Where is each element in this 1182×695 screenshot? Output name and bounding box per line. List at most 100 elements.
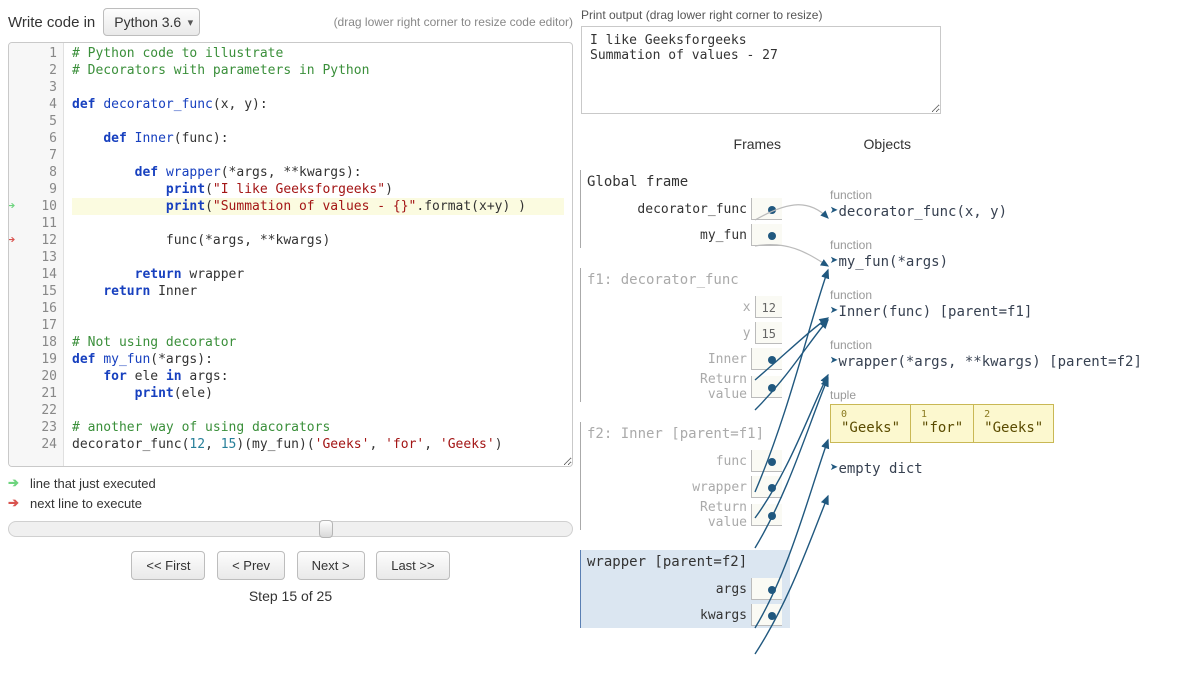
obj-wrapper: function ➤wrapper(*args, **kwargs) [pare… <box>830 338 1180 370</box>
legend-next: next line to execute <box>30 496 142 511</box>
code-line[interactable]: # Decorators with parameters in Python <box>72 62 564 79</box>
last-button[interactable]: Last >> <box>376 551 449 580</box>
code-editor[interactable]: 12345678910➔1112➔13141516171819202122232… <box>8 42 573 467</box>
var-x-val: 12 <box>755 296 782 318</box>
pointer-icon <box>768 512 776 520</box>
frame-f2: f2: Inner [parent=f1] func wrapper Retur… <box>580 422 790 530</box>
var-box <box>751 198 782 220</box>
arrow-next-icon: ➔ <box>8 232 15 249</box>
line-number: 16 <box>9 300 57 317</box>
output-box[interactable]: I like Geeksforgeeks Summation of values… <box>581 26 941 114</box>
pointer-icon <box>768 458 776 466</box>
pointer-icon <box>768 206 776 214</box>
prev-button[interactable]: < Prev <box>217 551 285 580</box>
code-line[interactable]: # another way of using dacorators <box>72 419 564 436</box>
code-line[interactable] <box>72 249 564 266</box>
code-line[interactable] <box>72 215 564 232</box>
code-line[interactable]: def Inner(func): <box>72 130 564 147</box>
obj-type-label: function <box>830 188 1180 202</box>
line-number: 17 <box>9 317 57 334</box>
arrowhead-icon: ➤ <box>830 353 838 369</box>
obj-empty-dict: ➤empty dict <box>830 461 1180 477</box>
code-line[interactable]: print("Summation of values - {}".format(… <box>72 198 564 215</box>
var-box <box>751 504 782 526</box>
obj-tuple: tuple 0"Geeks"1"for"2"Geeks" <box>830 388 1180 443</box>
var-my-fun: my_fun <box>700 228 747 243</box>
line-number: 20 <box>9 368 57 385</box>
line-number: 10➔ <box>9 198 57 215</box>
line-number: 19 <box>9 351 57 368</box>
code-line[interactable]: print(ele) <box>72 385 564 402</box>
code-line[interactable] <box>72 317 564 334</box>
first-button[interactable]: << First <box>131 551 205 580</box>
var-args-label: args <box>716 582 747 597</box>
code-line[interactable]: decorator_func(12, 15)(my_fun)('Geeks', … <box>72 436 564 453</box>
obj-decorator-func: function ➤decorator_func(x, y) <box>830 188 1180 220</box>
pointer-icon <box>768 586 776 594</box>
obj-my-fun: function ➤my_fun(*args) <box>830 238 1180 270</box>
line-number: 12➔ <box>9 232 57 249</box>
var-func-label: func <box>716 454 747 469</box>
code-line[interactable]: return Inner <box>72 283 564 300</box>
var-y-label: y <box>743 326 751 341</box>
var-x-label: x <box>743 300 751 315</box>
code-line[interactable]: func(*args, **kwargs) <box>72 232 564 249</box>
line-number: 15 <box>9 283 57 300</box>
var-inner-label: Inner <box>708 352 747 367</box>
frame-wrapper: wrapper [parent=f2] args kwargs <box>580 550 790 628</box>
code-line[interactable]: # Not using decorator <box>72 334 564 351</box>
line-number: 8 <box>9 164 57 181</box>
code-line[interactable]: for ele in args: <box>72 368 564 385</box>
code-line[interactable]: def decorator_func(x, y): <box>72 96 564 113</box>
var-box <box>751 476 782 498</box>
obj-inner: function ➤Inner(func) [parent=f1] <box>830 288 1180 320</box>
var-return-label: Returnvalue <box>700 372 747 402</box>
arrow-prev-icon: ➔ <box>8 198 15 215</box>
frame-f2-title: f2: Inner [parent=f1] <box>581 422 782 448</box>
frame-global-title: Global frame <box>581 170 782 196</box>
pointer-icon <box>768 484 776 492</box>
line-number: 9 <box>9 181 57 198</box>
obj-tuple-label: tuple <box>830 388 1180 402</box>
frame-f1-title: f1: decorator_func <box>581 268 782 294</box>
var-return-label: Returnvalue <box>700 500 747 530</box>
code-line[interactable]: return wrapper <box>72 266 564 283</box>
resize-hint: (drag lower right corner to resize code … <box>200 15 573 29</box>
code-line[interactable] <box>72 300 564 317</box>
step-slider[interactable] <box>8 521 573 537</box>
tuple-cell: 2"Geeks" <box>974 405 1053 442</box>
line-number: 21 <box>9 385 57 402</box>
code-line[interactable]: print("I like Geeksforgeeks") <box>72 181 564 198</box>
arrow-prev-icon: ➔ <box>8 475 30 491</box>
code-line[interactable]: # Python code to illustrate <box>72 45 564 62</box>
tuple-cell: 1"for" <box>911 405 974 442</box>
line-number: 1 <box>9 45 57 62</box>
line-number: 24 <box>9 436 57 453</box>
code-line[interactable] <box>72 79 564 96</box>
var-y-val: 15 <box>755 322 782 344</box>
pointer-icon <box>768 356 776 364</box>
code-line[interactable] <box>72 147 564 164</box>
code-line[interactable]: def wrapper(*args, **kwargs): <box>72 164 564 181</box>
arrowhead-icon: ➤ <box>830 203 838 219</box>
tuple-cell: 0"Geeks" <box>831 405 911 442</box>
frame-global: Global frame decorator_func my_fun <box>580 170 790 248</box>
frames-header: Frames <box>581 136 781 152</box>
arrowhead-icon: ➤ <box>830 460 838 476</box>
obj-type-label: function <box>830 288 1180 302</box>
line-number: 4 <box>9 96 57 113</box>
language-select[interactable]: Python 3.6 <box>103 8 200 36</box>
slider-thumb[interactable] <box>319 520 333 538</box>
code-line[interactable] <box>72 113 564 130</box>
next-button[interactable]: Next > <box>297 551 365 580</box>
var-box <box>751 376 782 398</box>
objects-header: Objects <box>781 136 911 152</box>
line-number: 3 <box>9 79 57 96</box>
code-line[interactable] <box>72 402 564 419</box>
line-number: 2 <box>9 62 57 79</box>
code-line[interactable]: def my_fun(*args): <box>72 351 564 368</box>
line-number: 5 <box>9 113 57 130</box>
pointer-icon <box>768 384 776 392</box>
obj-type-label: function <box>830 338 1180 352</box>
pointer-icon <box>768 232 776 240</box>
